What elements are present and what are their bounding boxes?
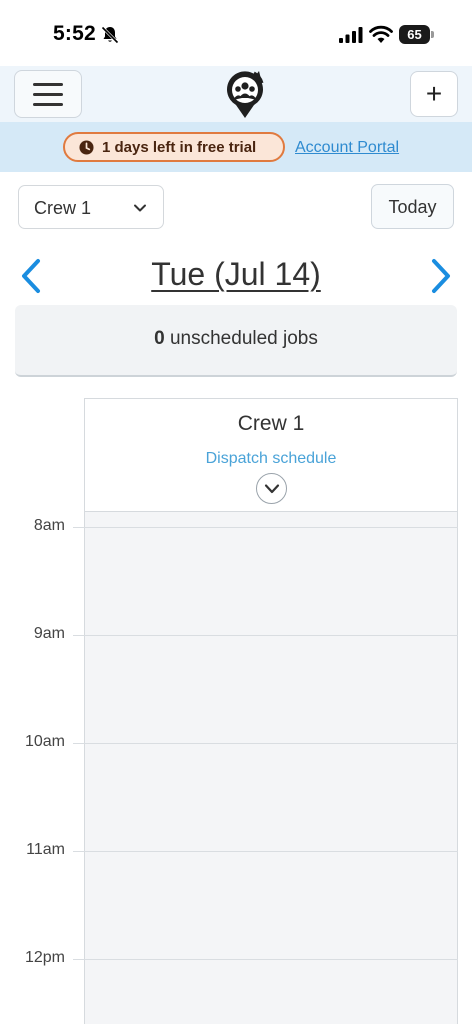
unscheduled-count: 0 (154, 328, 165, 349)
expand-button[interactable] (256, 473, 287, 504)
chevron-down-icon (134, 204, 146, 212)
hour-line (73, 635, 458, 636)
chevron-down-icon (264, 484, 280, 494)
app-logo-icon (227, 71, 264, 118)
trial-banner: 1 days left in free trial Account Portal (0, 122, 472, 172)
bell-slash-icon (101, 26, 119, 44)
hour-label: 9am (33, 625, 65, 642)
hour-label: 10am (24, 733, 65, 750)
wifi-icon (369, 25, 393, 43)
today-button[interactable]: Today (371, 184, 454, 229)
hour-label: 12pm (24, 949, 65, 966)
date-title[interactable]: Tue (Jul 14) (0, 256, 472, 293)
hour-line (73, 743, 458, 744)
unscheduled-jobs-text: 0 unscheduled jobs (15, 328, 457, 350)
add-button[interactable]: + (410, 71, 458, 117)
hour-line (73, 851, 458, 852)
chevron-right-icon[interactable] (430, 258, 452, 294)
dispatch-schedule-link[interactable]: Dispatch schedule (85, 450, 457, 468)
hamburger-icon (33, 82, 63, 86)
hour-line (73, 527, 458, 528)
crew-column-header: Crew 1 Dispatch schedule (84, 398, 458, 511)
crew-column-name: Crew 1 (237, 412, 305, 435)
hour-line (73, 959, 458, 960)
hour-label: 11am (26, 841, 65, 858)
cellular-signal-icon (339, 27, 363, 43)
unscheduled-jobs-panel[interactable]: 0 unscheduled jobs (15, 305, 457, 377)
trial-badge: 1 days left in free trial (63, 132, 285, 162)
hour-label: 8am (33, 517, 65, 534)
date-label[interactable]: Tue (Jul 14) (151, 256, 321, 292)
status-time: 5:52 (53, 22, 96, 45)
battery-icon: 65 (399, 25, 435, 45)
battery-level: 65 (407, 27, 422, 42)
status-bar: 5:52 65 (0, 0, 472, 66)
trial-text: 1 days left in free trial (102, 139, 257, 156)
account-portal-link[interactable]: Account Portal (295, 139, 399, 157)
crew-select-value: Crew 1 (34, 198, 92, 218)
crew-select[interactable]: Crew 1 (18, 185, 164, 229)
menu-button[interactable] (14, 70, 82, 118)
schedule-grid[interactable] (84, 511, 458, 1024)
app-header: + (0, 66, 472, 122)
unscheduled-label: unscheduled jobs (169, 328, 318, 349)
clock-icon (79, 140, 94, 155)
